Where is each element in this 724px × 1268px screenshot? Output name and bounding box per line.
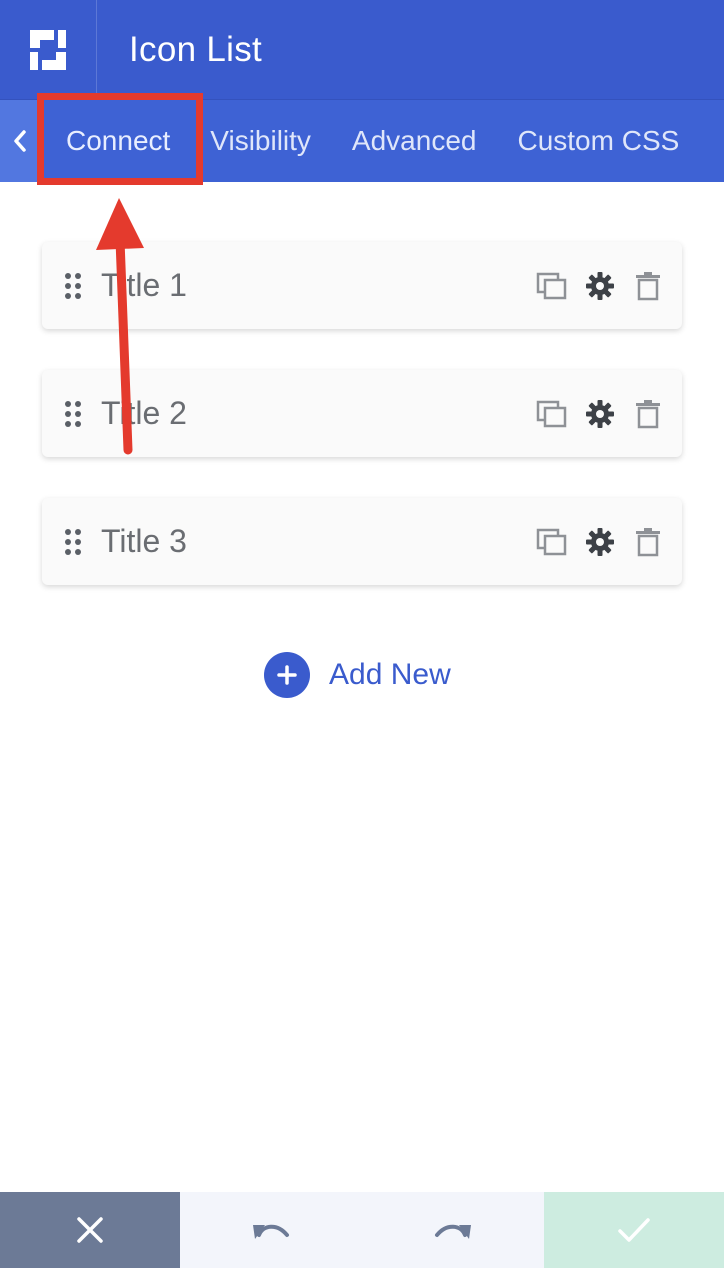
settings-panel: Icon List Connect Visibility Advanced Cu…	[0, 0, 724, 1268]
duplicate-icon[interactable]	[536, 270, 568, 302]
duplicate-icon[interactable]	[536, 398, 568, 430]
drag-handle-icon[interactable]	[65, 528, 81, 555]
gear-icon[interactable]	[584, 270, 616, 302]
drag-handle-icon[interactable]	[65, 400, 81, 427]
panel-footer	[0, 1192, 724, 1268]
check-icon	[618, 1218, 650, 1242]
trash-icon[interactable]	[632, 270, 664, 302]
trash-icon[interactable]	[632, 398, 664, 430]
redo-button[interactable]	[362, 1192, 544, 1268]
chevron-left-icon[interactable]	[0, 100, 40, 182]
tab-bar: Connect Visibility Advanced Custom CSS	[0, 100, 724, 182]
undo-button[interactable]	[180, 1192, 362, 1268]
add-new-label: Add New	[329, 658, 451, 691]
panel-title: Icon List	[129, 29, 263, 69]
trash-icon[interactable]	[632, 526, 664, 558]
item-title: Title 3	[101, 523, 187, 559]
duplicate-icon[interactable]	[536, 526, 568, 558]
undo-icon	[253, 1224, 289, 1239]
cancel-button[interactable]	[0, 1192, 180, 1268]
list-item[interactable]: Title 3	[42, 498, 682, 585]
tab-custom-css[interactable]: Custom CSS	[517, 100, 679, 182]
item-title: Title 2	[101, 395, 187, 431]
tab-connect[interactable]: Connect	[66, 100, 170, 182]
list-item[interactable]: Title 2	[42, 370, 682, 457]
tab-advanced[interactable]: Advanced	[352, 100, 477, 182]
list-item[interactable]: Title 1	[42, 242, 682, 329]
tab-visibility[interactable]: Visibility	[210, 100, 311, 182]
close-icon	[77, 1217, 103, 1243]
gear-icon[interactable]	[584, 398, 616, 430]
save-button[interactable]	[544, 1192, 724, 1268]
builder-logo-icon[interactable]	[0, 0, 97, 100]
add-new-button[interactable]: Add New	[264, 652, 451, 698]
redo-icon	[435, 1224, 471, 1239]
panel-header: Icon List	[0, 0, 724, 100]
plus-circle-icon	[264, 652, 310, 698]
gear-icon[interactable]	[584, 526, 616, 558]
item-title: Title 1	[101, 267, 187, 303]
drag-handle-icon[interactable]	[65, 272, 81, 299]
